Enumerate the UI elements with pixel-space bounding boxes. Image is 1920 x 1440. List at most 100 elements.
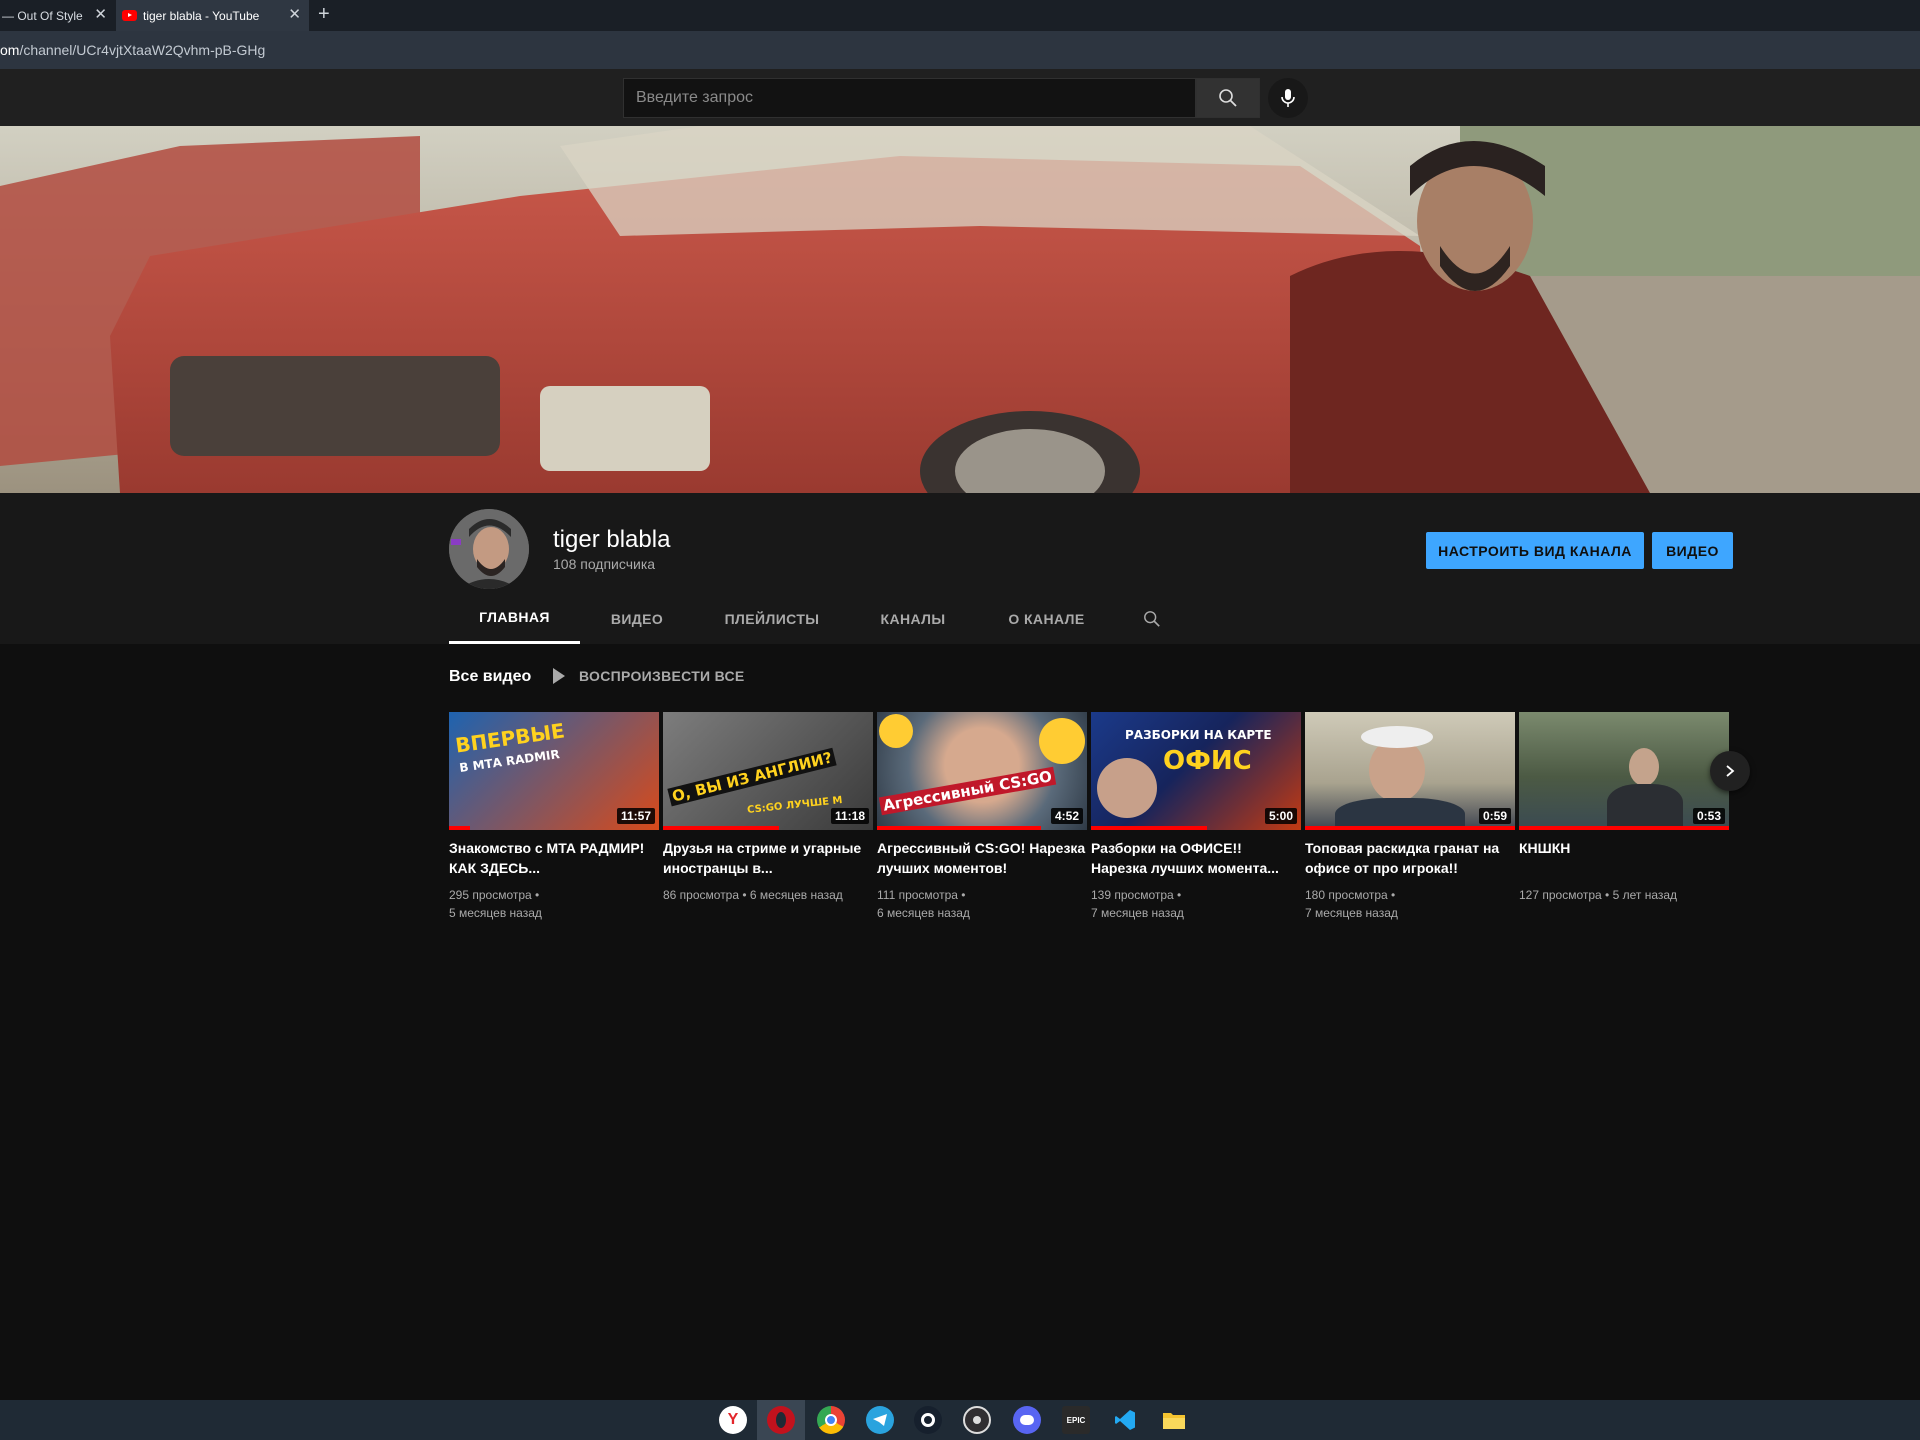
video-thumbnail[interactable]: 0:59	[1305, 712, 1515, 830]
video-duration: 4:52	[1050, 808, 1083, 824]
epic-games-icon[interactable]: EPIC	[1062, 1406, 1090, 1434]
video-title[interactable]: Топовая раскидка гранат на офисе от про …	[1305, 838, 1515, 878]
yandex-browser-icon[interactable]: Y	[719, 1406, 747, 1434]
thumbnail-body	[1607, 784, 1683, 830]
video-duration: 0:53	[1692, 808, 1725, 824]
video-meta: 86 просмотра • 6 месяцев назад	[663, 886, 873, 904]
discord-icon[interactable]	[1013, 1406, 1041, 1434]
video-title[interactable]: КНШКН	[1519, 838, 1729, 878]
thumbnail-hat	[1361, 726, 1433, 748]
video-meta: 127 просмотра • 5 лет назад	[1519, 886, 1729, 904]
video-card[interactable]: РАЗБОРКИ НА КАРТЕ ОФИС 5:00 Разборки на …	[1091, 712, 1301, 922]
browser-tab-bar: — Out Of Style ✕ tiger blabla - YouTube …	[0, 0, 1920, 31]
youtube-header	[0, 69, 1920, 126]
close-tab-icon[interactable]: ✕	[288, 6, 301, 24]
video-title[interactable]: Разборки на ОФИСЕ!! Нарезка лучших момен…	[1091, 838, 1301, 878]
vscode-icon[interactable]	[1111, 1406, 1139, 1434]
telegram-icon[interactable]	[866, 1406, 894, 1434]
obs-icon[interactable]	[963, 1406, 991, 1434]
video-thumbnail[interactable]: ВПЕРВЫЕ В МТА RADMIR 11:57	[449, 712, 659, 830]
browser-tab-out-of-style[interactable]: — Out Of Style ✕	[0, 0, 115, 31]
video-card[interactable]: 0:59 Топовая раскидка гранат на офисе от…	[1305, 712, 1515, 922]
chrome-icon[interactable]	[817, 1406, 845, 1434]
video-title[interactable]: Друзья на стриме и угарные иностранцы в.…	[663, 838, 873, 878]
video-views: 295 просмотра •	[449, 888, 540, 902]
tab-videos[interactable]: ВИДЕО	[580, 593, 694, 644]
thumbnail-caption: CS:GO ЛУЧШЕ М	[746, 795, 843, 816]
new-tab-button[interactable]: +	[318, 3, 330, 26]
tab-home[interactable]: ГЛАВНАЯ	[449, 593, 580, 644]
watch-progress-bar	[877, 826, 1041, 830]
steam-icon[interactable]	[914, 1406, 942, 1434]
channel-search-button[interactable]	[1117, 593, 1187, 644]
tab-title: — Out Of Style	[2, 8, 83, 23]
tab-channels[interactable]: КАНАЛЫ	[850, 593, 976, 644]
video-meta: 180 просмотра • 7 месяцев назад	[1305, 886, 1515, 922]
close-tab-icon[interactable]: ✕	[94, 6, 107, 24]
thumbnail-face	[1629, 748, 1659, 786]
customize-channel-button[interactable]: НАСТРОИТЬ ВИД КАНАЛА	[1426, 532, 1644, 569]
video-title[interactable]: Знакомство с МТА РАДМИР! КАК ЗДЕСЬ...	[449, 838, 659, 878]
video-card[interactable]: Агрессивный CS:GO 4:52 Агрессивный CS:GO…	[877, 712, 1087, 922]
thumbnail-caption: ОФИС	[1163, 746, 1252, 776]
channel-avatar[interactable]	[449, 509, 529, 589]
thumbnail-caption: Агрессивный CS:GO	[878, 766, 1057, 816]
search-input[interactable]	[624, 79, 1195, 117]
channel-banner	[0, 126, 1920, 493]
tab-about[interactable]: О КАНАЛЕ	[976, 593, 1117, 644]
video-thumbnail[interactable]: РАЗБОРКИ НА КАРТЕ ОФИС 5:00	[1091, 712, 1301, 830]
shelf-next-button[interactable]	[1710, 751, 1750, 791]
video-views: 180 просмотра •	[1305, 888, 1396, 902]
file-explorer-icon[interactable]	[1160, 1406, 1188, 1434]
emoji-icon	[879, 714, 913, 748]
video-meta: 111 просмотра • 6 месяцев назад	[877, 886, 1087, 922]
youtube-favicon-icon	[122, 10, 137, 21]
play-all-button[interactable]: ВОСПРОИЗВЕСТИ ВСЕ	[553, 668, 745, 684]
video-shelf: ВПЕРВЫЕ В МТА RADMIR 11:57 Знакомство с …	[449, 712, 1729, 932]
search-icon	[1144, 610, 1160, 627]
video-duration: 11:18	[830, 808, 869, 824]
shelf-title[interactable]: Все видео	[449, 668, 531, 686]
play-icon	[553, 668, 565, 684]
microphone-icon	[1281, 89, 1295, 107]
video-thumbnail[interactable]: Агрессивный CS:GO 4:52	[877, 712, 1087, 830]
opera-icon[interactable]	[767, 1406, 795, 1434]
play-all-label: ВОСПРОИЗВЕСТИ ВСЕ	[579, 668, 745, 684]
video-age: 5 месяцев назад	[449, 906, 542, 920]
avatar-image	[449, 509, 529, 589]
tab-title: tiger blabla - YouTube	[143, 8, 260, 23]
tab-playlists[interactable]: ПЛЕЙЛИСТЫ	[694, 593, 850, 644]
url-domain: om	[0, 42, 20, 58]
video-thumbnail[interactable]: 0:53	[1519, 712, 1729, 830]
video-thumbnail[interactable]: О, ВЫ ИЗ АНГЛИИ? CS:GO ЛУЧШЕ М 11:18	[663, 712, 873, 830]
url-text[interactable]: om/channel/UCr4vjtXtaaW2Qvhm-pB-GHg	[0, 42, 265, 58]
address-bar[interactable]: om/channel/UCr4vjtXtaaW2Qvhm-pB-GHg	[0, 31, 1920, 69]
video-card[interactable]: 0:53 КНШКН 127 просмотра • 5 лет назад	[1519, 712, 1729, 904]
watch-progress-bar	[1519, 826, 1729, 830]
video-duration: 0:59	[1478, 808, 1511, 824]
video-duration: 11:57	[616, 808, 655, 824]
watch-progress-bar	[449, 826, 470, 830]
channel-header: tiger blabla 108 подписчика НАСТРОИТЬ ВИ…	[0, 493, 1920, 644]
thumbnail-face	[1097, 758, 1157, 818]
video-age: 7 месяцев назад	[1091, 906, 1184, 920]
video-card[interactable]: ВПЕРВЫЕ В МТА RADMIR 11:57 Знакомство с …	[449, 712, 659, 922]
video-meta: 295 просмотра • 5 месяцев назад	[449, 886, 659, 922]
video-title[interactable]: Агрессивный CS:GO! Нарезка лучших момент…	[877, 838, 1087, 878]
url-path: /channel/UCr4vjtXtaaW2Qvhm-pB-GHg	[19, 42, 266, 58]
video-card[interactable]: О, ВЫ ИЗ АНГЛИИ? CS:GO ЛУЧШЕ М 11:18 Дру…	[663, 712, 873, 904]
video-meta: 139 просмотра • 7 месяцев назад	[1091, 886, 1301, 922]
manage-videos-button[interactable]: ВИДЕО	[1652, 532, 1733, 569]
channel-name: tiger blabla	[553, 526, 671, 553]
browser-tab-youtube[interactable]: tiger blabla - YouTube ✕	[116, 0, 309, 31]
emoji-icon	[1039, 718, 1085, 764]
thumbnail-caption: РАЗБОРКИ НА КАРТЕ	[1125, 728, 1272, 742]
search-button[interactable]	[1196, 78, 1260, 118]
subscriber-count: 108 подписчика	[553, 556, 656, 572]
banner-image	[0, 126, 1920, 493]
video-views: 127 просмотра • 5 лет назад	[1519, 888, 1678, 902]
video-age: 7 месяцев назад	[1305, 906, 1398, 920]
search-box	[623, 78, 1196, 118]
voice-search-button[interactable]	[1268, 78, 1308, 118]
watch-progress-bar	[1305, 826, 1515, 830]
